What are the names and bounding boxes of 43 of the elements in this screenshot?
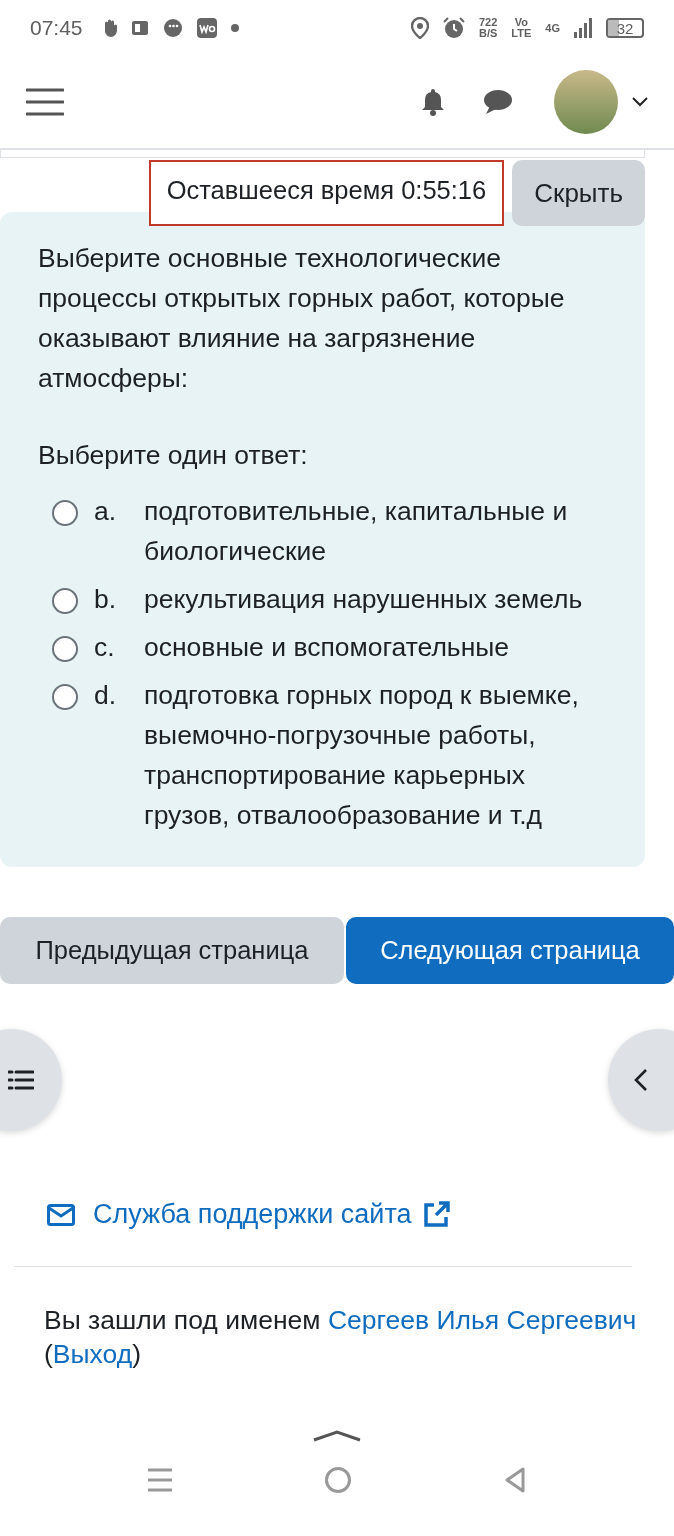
option-text[interactable]: подготовка горных пород к выемке, выемочно-погрузочные работы, транспортирование карьерных грузов, отвалообразование и т.д bbox=[144, 675, 607, 835]
list-icon bbox=[8, 1070, 34, 1090]
app-icon bbox=[196, 18, 217, 38]
caret-icon[interactable] bbox=[632, 97, 648, 107]
signal-icon bbox=[574, 18, 592, 38]
dot-icon bbox=[230, 24, 239, 32]
question-text: Выберите основные технологические процессы открытых горных работ, которые оказывают влияние на загрязнение атмосферы: bbox=[38, 242, 566, 395]
next-page-button[interactable]: Следующая страница bbox=[346, 917, 674, 984]
hand-icon bbox=[102, 19, 117, 37]
alarm-icon bbox=[443, 17, 465, 39]
radio-button[interactable] bbox=[52, 636, 78, 662]
chat-bubble-icon bbox=[162, 18, 183, 38]
login-info: Вы зашли под именем Сергеев Илья Сергеевич (Выход) bbox=[44, 1304, 638, 1371]
location-icon bbox=[411, 17, 429, 39]
radio-button[interactable] bbox=[52, 500, 78, 526]
external-link-icon bbox=[421, 1200, 450, 1229]
chat-icon[interactable] bbox=[482, 89, 512, 115]
volte-indicator: Vo LTE bbox=[511, 17, 532, 39]
menu-icon[interactable] bbox=[26, 88, 64, 116]
hide-button[interactable]: Скрыть bbox=[512, 160, 645, 226]
previous-page-button[interactable]: Предыдущая страница bbox=[0, 917, 344, 984]
option-letter: d. bbox=[94, 679, 118, 712]
option-text[interactable]: рекультивация нарушенных земель bbox=[144, 579, 583, 619]
support-link[interactable]: Служба поддержки сайта bbox=[93, 1199, 450, 1230]
option-text[interactable]: основные и вспомогательные bbox=[144, 627, 510, 667]
radio-button[interactable] bbox=[52, 588, 78, 614]
answer-prompt: Выберите один ответ: bbox=[38, 440, 309, 471]
chevron-left-icon bbox=[634, 1068, 648, 1092]
logout-link[interactable]: Выход bbox=[52, 1339, 133, 1369]
status-time: 07:45 bbox=[30, 16, 83, 40]
user-profile-link[interactable]: Сергеев Илья Сергеевич bbox=[327, 1305, 637, 1335]
envelope-icon bbox=[47, 1203, 75, 1226]
chevron-up-icon[interactable] bbox=[312, 1430, 362, 1442]
app-icon bbox=[130, 19, 149, 37]
option-letter: a. bbox=[94, 495, 118, 528]
network-speed: 722 B/S bbox=[479, 17, 498, 39]
bell-icon[interactable] bbox=[420, 88, 446, 116]
time-remaining: Оставшееся время 0:55:16 bbox=[148, 160, 505, 226]
network-type: 4G bbox=[545, 22, 560, 34]
option-letter: b. bbox=[94, 583, 118, 616]
battery-indicator: 32 bbox=[606, 18, 644, 38]
radio-button[interactable] bbox=[52, 684, 78, 710]
option-letter: c. bbox=[94, 631, 116, 664]
